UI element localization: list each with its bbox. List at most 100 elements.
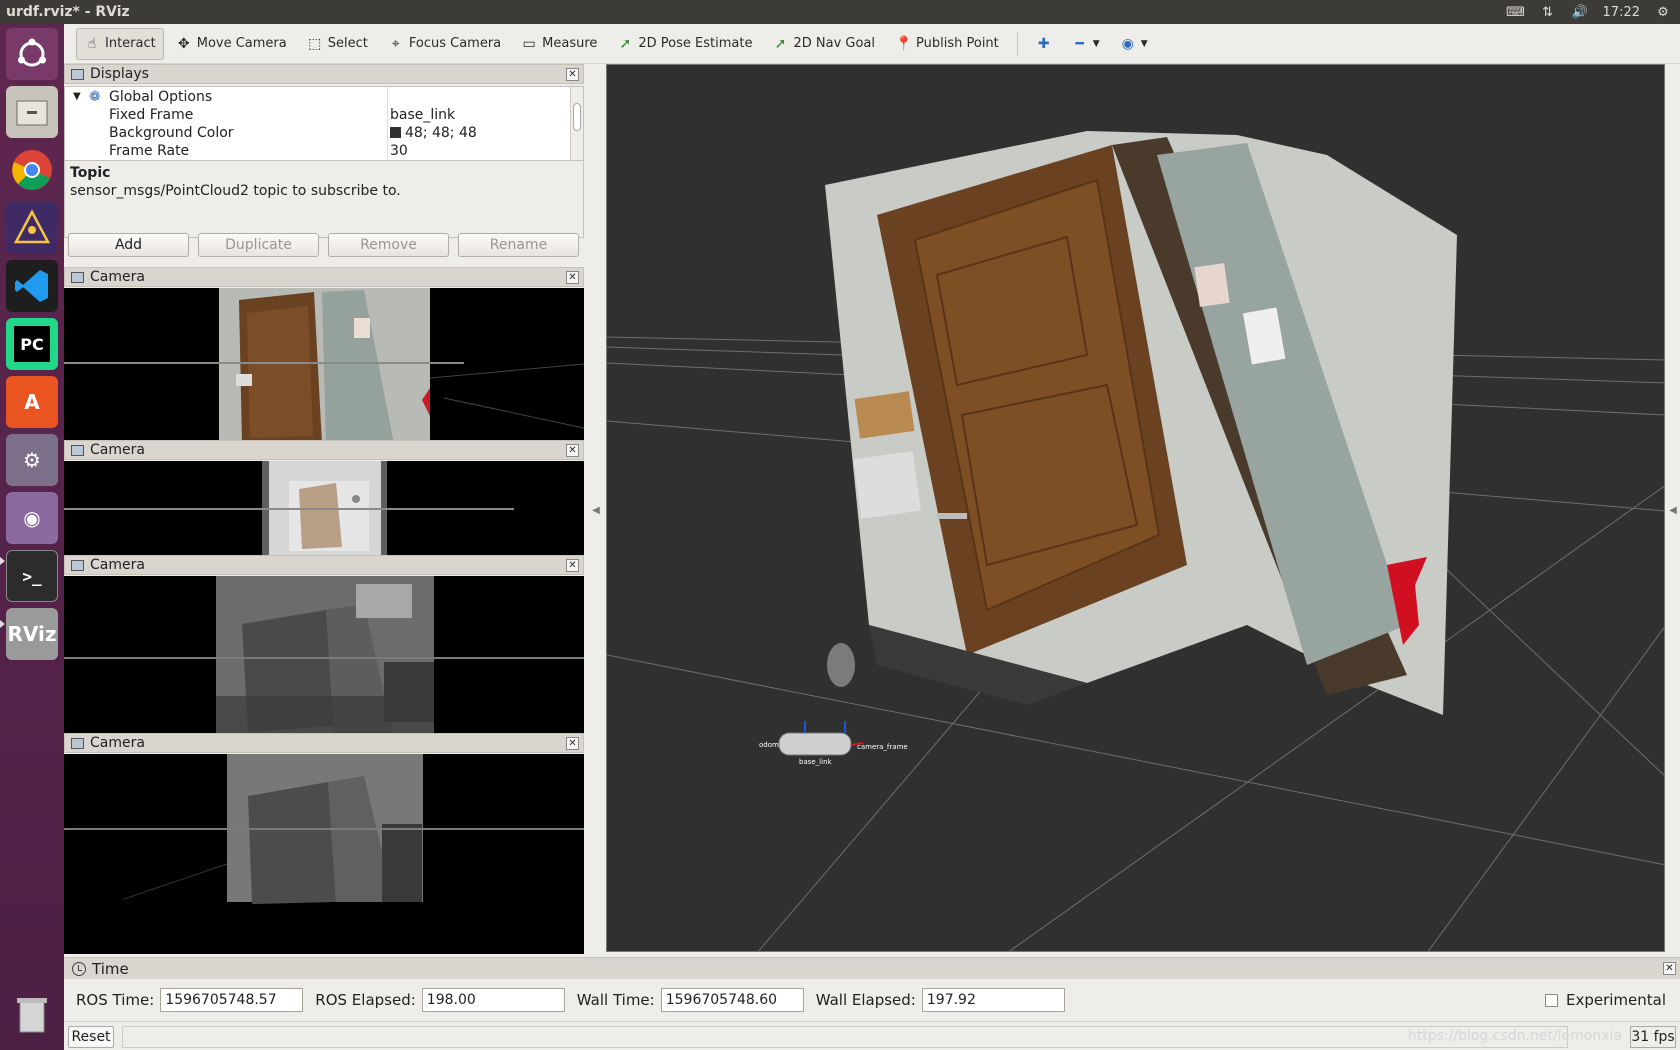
ros-elapsed-field[interactable]: 198.00 [421, 988, 565, 1012]
remove-button[interactable]: Remove [328, 233, 449, 257]
svg-text:base_link: base_link [799, 758, 833, 766]
tree-row-global-options[interactable]: ▼ ❁ Global Options [65, 87, 571, 106]
watermark: https://blog.csdn.net/lemonxia [1407, 1028, 1622, 1044]
close-icon[interactable]: ✕ [566, 559, 579, 572]
ruler-icon: ▭ [522, 35, 536, 52]
wall-elapsed-field[interactable]: 197.92 [921, 988, 1065, 1012]
close-icon[interactable]: ✕ [566, 444, 579, 457]
keyboard-icon[interactable]: ⌨ [1506, 4, 1525, 20]
add-button[interactable]: Add [68, 233, 189, 257]
focus-camera-tool-button[interactable]: ⌖ Focus Camera [380, 28, 509, 60]
left-dock: Displays ✕ ▼ ❁ Global Options Fixed Fram… [64, 64, 586, 957]
camera-panel-icon [71, 737, 84, 749]
green-arrow-icon: ➚ [774, 35, 787, 52]
clock-time[interactable]: 17:22 [1603, 5, 1640, 20]
camera-panel-icon [71, 271, 84, 283]
ubuntu-dash-icon[interactable] [6, 28, 58, 80]
move-icon: ✥ [177, 35, 190, 52]
svg-text:odom: odom [759, 741, 779, 749]
view-options-button[interactable]: ◉ ▼ [1112, 28, 1156, 60]
right-dock-handle[interactable]: ◀ [1666, 64, 1680, 957]
displays-scrollbar[interactable] [570, 87, 583, 160]
atom-app-icon[interactable] [6, 202, 58, 254]
focus-icon: ⌖ [391, 35, 400, 52]
measure-tool-button[interactable]: ▭ Measure [513, 28, 605, 60]
move-camera-tool-button[interactable]: ✥ Move Camera [168, 28, 295, 60]
rviz-icon[interactable]: RViz [6, 608, 58, 660]
camera-panel-icon [71, 444, 84, 456]
gear-icon[interactable]: ⚙ [1654, 4, 1672, 20]
wall-time-field[interactable]: 1596705748.60 [660, 988, 804, 1012]
map-pin-icon: 📍 [895, 35, 913, 52]
system-settings-icon[interactable]: ⚙ [6, 434, 58, 486]
experimental-checkbox[interactable] [1544, 993, 1558, 1007]
experimental-toggle[interactable]: Experimental [1544, 991, 1666, 1009]
property-description: Topic sensor_msgs/PointCloud2 topic to s… [64, 160, 584, 238]
select-tool-button[interactable]: ⬚ Select [299, 28, 376, 60]
status-message [122, 1026, 1568, 1048]
nav-goal-tool-button[interactable]: ➚ 2D Nav Goal [764, 28, 883, 60]
files-icon[interactable] [6, 86, 58, 138]
globe-icon: ❁ [89, 88, 101, 105]
pose-estimate-tool-button[interactable]: ➚ 2D Pose Estimate [609, 28, 760, 60]
chevron-down-icon: ▼ [1092, 38, 1100, 49]
reset-button[interactable]: Reset [68, 1026, 114, 1048]
expand-triangle-icon[interactable]: ▼ [73, 91, 81, 102]
displays-panel-header: Displays ✕ [64, 64, 584, 84]
window-title: urdf.rviz* - RViz [6, 4, 130, 20]
color-swatch[interactable] [390, 127, 401, 138]
panel-splitter[interactable]: ◀ [588, 64, 604, 957]
svg-text:camera_frame: camera_frame [857, 743, 908, 751]
chrome-icon[interactable] [6, 144, 58, 196]
time-panel-header: Time ✕ [64, 957, 1680, 979]
fps-display: 31 fps [1630, 1026, 1676, 1048]
displays-button-row: Add Duplicate Remove Rename [68, 233, 584, 257]
vscode-icon[interactable] [6, 260, 58, 312]
network-icon[interactable]: ⇅ [1539, 4, 1557, 20]
camera-view-color[interactable] [64, 288, 584, 444]
3d-scene[interactable]: odom base_link camera_frame [607, 65, 1665, 952]
tree-row-fixed-frame[interactable]: Fixed Frame base_link [65, 105, 571, 124]
volume-icon[interactable]: 🔊 [1571, 4, 1589, 20]
camera-view-infrared[interactable] [64, 576, 584, 738]
interact-tool-button[interactable]: ☝ Interact [76, 27, 164, 60]
camera-view-mono[interactable] [64, 754, 584, 954]
camera-view-depth[interactable] [64, 461, 584, 557]
chevron-down-icon: ▼ [1140, 38, 1148, 49]
add-tool-button[interactable]: ✚ [1028, 28, 1060, 60]
webcam-icon[interactable]: ◉ [6, 492, 58, 544]
rename-button[interactable]: Rename [458, 233, 579, 257]
publish-point-tool-button[interactable]: 📍 Publish Point [887, 28, 1007, 60]
displays-tree[interactable]: ▼ ❁ Global Options Fixed Frame base_link… [64, 86, 584, 161]
close-icon[interactable]: ✕ [566, 271, 579, 284]
software-center-icon[interactable]: A [6, 376, 58, 428]
trash-icon[interactable] [6, 988, 58, 1040]
tree-row-background-color[interactable]: Background Color 48; 48; 48 [65, 123, 571, 142]
minus-icon: ━ [1075, 35, 1084, 52]
close-icon[interactable]: ✕ [1663, 962, 1676, 975]
duplicate-button[interactable]: Duplicate [198, 233, 319, 257]
unity-launcher: PC A ⚙ ◉ >_ RViz [0, 24, 64, 1050]
hand-icon: ☝ [87, 35, 97, 52]
status-bar: Reset https://blog.csdn.net/lemonxia 31 … [64, 1021, 1680, 1050]
render-viewport-3d[interactable]: odom base_link camera_frame [606, 64, 1665, 952]
monitor-icon [71, 68, 84, 80]
system-tray: ⌨ ⇅ 🔊 17:22 ⚙ [1506, 4, 1680, 20]
select-rect-icon: ⬚ [308, 35, 322, 52]
clock-icon [72, 961, 86, 976]
eye-icon: ◉ [1121, 35, 1134, 52]
time-row: ROS Time: 1596705748.57 ROS Elapsed: 198… [64, 987, 1680, 1013]
main-toolbar: ☝ Interact ✥ Move Camera ⬚ Select ⌖ Focus Ca… [64, 24, 1680, 64]
tree-row-frame-rate[interactable]: Frame Rate 30 [65, 141, 571, 160]
camera-panel-header: Camera ✕ [64, 267, 584, 287]
close-icon[interactable]: ✕ [566, 737, 579, 750]
ros-time-field[interactable]: 1596705748.57 [160, 988, 304, 1012]
close-icon[interactable]: ✕ [566, 68, 579, 81]
plus-icon: ✚ [1037, 35, 1050, 52]
camera-panel-icon [71, 559, 84, 571]
pycharm-icon[interactable]: PC [6, 318, 58, 370]
terminal-icon[interactable]: >_ [6, 550, 58, 602]
time-panel: Time ✕ ROS Time: 1596705748.57 ROS Elaps… [64, 957, 1680, 1021]
remove-tool-button[interactable]: ━ ▼ [1064, 28, 1108, 60]
camera-panel-header: Camera ✕ [64, 733, 584, 753]
